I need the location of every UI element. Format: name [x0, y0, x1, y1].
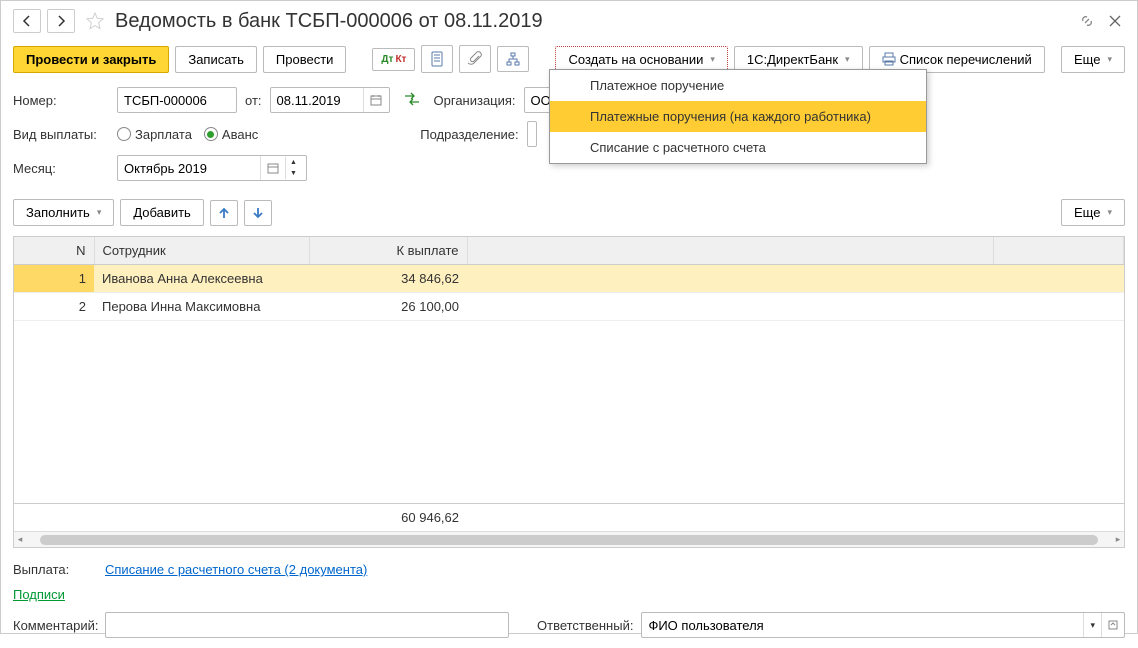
col-n-header[interactable]: N: [14, 237, 94, 265]
structure-icon-button[interactable]: [497, 46, 529, 72]
division-label: Подразделение:: [420, 127, 518, 142]
month-up[interactable]: ▲: [286, 157, 301, 168]
menu-item-payment-order[interactable]: Платежное поручение: [550, 70, 926, 101]
horizontal-scrollbar[interactable]: ◂ ▸: [14, 531, 1124, 547]
more-button-2[interactable]: Еще ▾: [1061, 199, 1125, 226]
month-label: Месяц:: [13, 161, 109, 176]
employees-table: N Сотрудник К выплате 1 Иванова Анна Але…: [13, 236, 1125, 548]
caret-down-icon: ▾: [710, 54, 715, 65]
cell-amount: 26 100,00: [309, 293, 467, 321]
total-amount: 60 946,62: [309, 504, 467, 531]
radio-salary-label: Зарплата: [135, 127, 192, 142]
arrow-down-icon: [252, 207, 264, 219]
radio-advance-label: Аванс: [222, 127, 258, 142]
month-input[interactable]: [118, 157, 260, 180]
month-down[interactable]: ▼: [286, 168, 301, 179]
cell-amount: 34 846,62: [309, 265, 467, 293]
payout-label: Выплата:: [13, 562, 97, 577]
save-button[interactable]: Записать: [175, 46, 257, 73]
comment-label: Комментарий:: [13, 618, 97, 633]
caret-down-icon: ▾: [97, 207, 102, 218]
close-icon[interactable]: [1105, 11, 1125, 31]
submit-button[interactable]: Провести: [263, 46, 347, 73]
create-based-label: Создать на основании: [568, 52, 703, 67]
move-down-button[interactable]: [244, 200, 272, 226]
caret-down-icon: ▾: [1107, 54, 1112, 65]
comment-input[interactable]: [106, 614, 508, 637]
directbank-label: 1С:ДиректБанк: [747, 52, 838, 67]
calendar-icon[interactable]: [260, 156, 285, 180]
submit-close-button[interactable]: Провести и закрыть: [13, 46, 169, 73]
arrow-up-icon: [218, 207, 230, 219]
cell-n: 1: [14, 265, 94, 293]
link-icon[interactable]: [1077, 11, 1097, 31]
document-icon-button[interactable]: [421, 45, 453, 73]
cell-n: 2: [14, 293, 94, 321]
transfer-icon[interactable]: [404, 92, 420, 109]
radio-salary[interactable]: Зарплата: [117, 127, 192, 142]
radio-advance[interactable]: Аванс: [204, 127, 258, 142]
org-label: Организация:: [434, 93, 516, 108]
date-input[interactable]: [271, 89, 363, 112]
page-title: Ведомость в банк ТСБП-000006 от 08.11.20…: [115, 10, 1071, 33]
col-last-header[interactable]: [994, 237, 1124, 265]
table-row[interactable]: 1 Иванова Анна Алексеевна 34 846,62: [14, 265, 1124, 293]
printer-icon: [882, 52, 896, 66]
payout-link[interactable]: Списание с расчетного счета (2 документа…: [105, 562, 367, 577]
col-employee-header[interactable]: Сотрудник: [94, 237, 309, 265]
col-rest-header[interactable]: [467, 237, 994, 265]
menu-item-writeoff[interactable]: Списание с расчетного счета: [550, 132, 926, 163]
transfers-list-label: Список перечислений: [900, 52, 1032, 67]
open-icon[interactable]: [1101, 613, 1124, 637]
back-button[interactable]: [13, 9, 41, 33]
fill-button[interactable]: Заполнить ▾: [13, 199, 114, 226]
forward-button[interactable]: [47, 9, 75, 33]
col-amount-header[interactable]: К выплате: [309, 237, 467, 265]
paytype-label: Вид выплаты:: [13, 127, 109, 142]
radio-icon: [117, 127, 131, 141]
signatures-link[interactable]: Подписи: [13, 587, 65, 602]
menu-item-payment-orders-each[interactable]: Платежные поручения (на каждого работник…: [550, 101, 926, 132]
move-up-button[interactable]: [210, 200, 238, 226]
table-footer: 60 946,62: [14, 503, 1124, 531]
cell-employee: Перова Инна Максимовна: [94, 293, 309, 321]
add-button[interactable]: Добавить: [120, 199, 203, 226]
dtkt-button[interactable]: ДтКт: [372, 48, 415, 71]
from-label: от:: [245, 93, 262, 108]
create-based-menu: Платежное поручение Платежные поручения …: [549, 69, 927, 164]
favorite-icon[interactable]: [85, 11, 105, 31]
number-label: Номер:: [13, 93, 109, 108]
cell-employee: Иванова Анна Алексеевна: [94, 265, 309, 293]
division-input[interactable]: [528, 123, 540, 146]
radio-icon: [204, 127, 218, 141]
dropdown-icon[interactable]: ▾: [1083, 613, 1101, 637]
more-label-2: Еще: [1074, 205, 1100, 220]
calendar-icon[interactable]: [363, 88, 388, 112]
more-label: Еще: [1074, 52, 1100, 67]
attach-icon-button[interactable]: [459, 45, 491, 73]
caret-down-icon: ▾: [845, 54, 850, 65]
responsible-input[interactable]: [642, 614, 1083, 637]
table-row[interactable]: 2 Перова Инна Максимовна 26 100,00: [14, 293, 1124, 321]
caret-down-icon: ▾: [1107, 207, 1112, 218]
responsible-label: Ответственный:: [537, 618, 633, 633]
fill-label: Заполнить: [26, 205, 90, 220]
more-button[interactable]: Еще ▾: [1061, 46, 1125, 73]
